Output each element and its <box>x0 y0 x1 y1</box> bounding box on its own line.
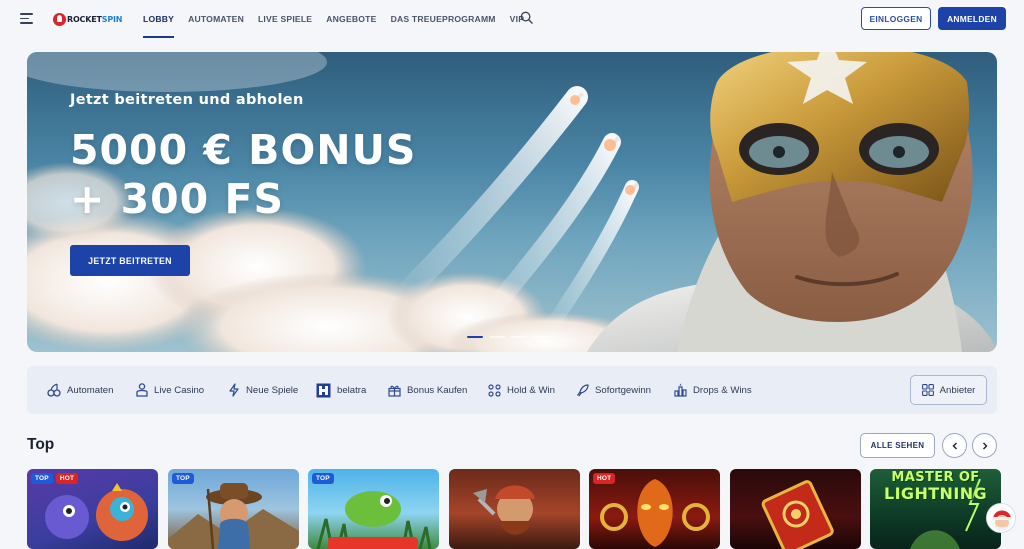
provider-label: Anbieter <box>939 384 976 396</box>
section-title-top: Top <box>27 436 55 453</box>
category-automaten[interactable]: Automaten <box>47 366 113 414</box>
top-badge: TOP <box>312 473 334 484</box>
login-button[interactable]: EINLOGGEN <box>861 7 931 30</box>
drops-icon <box>674 383 687 397</box>
game-title: MASTER OF LIGHTNING <box>870 471 1001 503</box>
carousel-prev-button[interactable] <box>942 433 967 458</box>
badge-group: TOP <box>312 473 337 484</box>
category-neue-spiele[interactable]: Neue Spiele <box>228 366 298 414</box>
nav-angebote[interactable]: ANGEBOTE <box>326 0 376 38</box>
game-tile[interactable]: MASTER OF LIGHTNING <box>870 469 1001 549</box>
hero-title: 5000 € BONUS + 300 FS <box>70 126 416 224</box>
carousel-dot[interactable] <box>489 336 505 338</box>
category-hold-and-win[interactable]: Hold & Win <box>488 366 555 414</box>
hero-title-line1: 5000 € BONUS <box>70 126 417 174</box>
nav-automaten[interactable]: AUTOMATEN <box>188 0 244 38</box>
category-bar: Automaten Live Casino Neue Spiele belatr… <box>27 366 997 414</box>
carousel-dot[interactable] <box>511 336 527 338</box>
carousel-dot[interactable] <box>533 336 549 338</box>
top-badge: TOP <box>31 473 53 484</box>
hero-join-button[interactable]: JETZT BEITRETEN <box>70 245 190 276</box>
nav-lobby[interactable]: LOBBY <box>143 0 175 38</box>
lightning-icon <box>229 383 239 397</box>
game-tile[interactable] <box>449 469 580 549</box>
game-tile[interactable] <box>730 469 861 549</box>
provider-button[interactable]: Anbieter <box>910 375 987 405</box>
hero-title-line2: + 300 FS <box>70 175 285 223</box>
see-all-button[interactable]: ALLE SEHEN <box>860 433 935 458</box>
category-label: Automaten <box>67 384 114 396</box>
category-label: Drops & Wins <box>693 384 752 396</box>
game-tile[interactable]: HOT <box>589 469 720 549</box>
nav-live-spiele[interactable]: LIVE SPIELE <box>258 0 312 38</box>
nav-treueprogramm[interactable]: DAS TREUEPROGRAMM <box>391 0 496 38</box>
badge-group: TOP HOT <box>31 473 81 484</box>
cherries-icon <box>47 383 61 397</box>
category-label: Bonus Kaufen <box>407 384 468 396</box>
register-button[interactable]: ANMELDEN <box>938 7 1006 30</box>
category-bonus-kaufen[interactable]: Bonus Kaufen <box>388 366 467 414</box>
badge-group: TOP <box>172 473 197 484</box>
badge-group: HOT <box>593 473 618 484</box>
main-nav: LOBBY AUTOMATEN LIVE SPIELE ANGEBOTE DAS… <box>143 0 538 38</box>
gift-icon <box>388 385 401 397</box>
game-tile[interactable]: TOP <box>168 469 299 549</box>
nodes-icon <box>488 383 501 397</box>
hot-badge: HOT <box>593 473 616 484</box>
search-icon[interactable] <box>520 11 533 24</box>
category-label: Sofortgewinn <box>595 384 651 396</box>
game-thumbnail <box>473 485 535 535</box>
top-badge: TOP <box>172 473 194 484</box>
belatra-logo-icon <box>316 383 331 397</box>
grid-icon <box>921 384 934 396</box>
carousel-dots <box>467 336 555 338</box>
hero-banner[interactable]: Jetzt beitreten und abholen 5000 € BONUS… <box>27 52 997 352</box>
rocket-icon <box>577 383 589 396</box>
logo-text-part2: SPIN <box>101 14 123 24</box>
category-sofortgewinn[interactable]: Sofortgewinn <box>576 366 651 414</box>
top-header: ROCKETSPIN LOBBY AUTOMATEN LIVE SPIELE A… <box>0 0 1024 38</box>
category-label: Live Casino <box>154 384 205 396</box>
hero-kicker: Jetzt beitreten und abholen <box>70 92 304 108</box>
category-live-casino[interactable]: Live Casino <box>136 366 204 414</box>
category-belatra[interactable]: belatra <box>316 366 366 414</box>
santa-avatar-icon <box>987 504 1015 532</box>
carousel-dot[interactable] <box>467 336 483 338</box>
game-title-line1: MASTER OF <box>891 470 980 485</box>
carousel-next-button[interactable] <box>972 433 997 458</box>
category-label: belatra <box>337 384 367 396</box>
category-drops-and-wins[interactable]: Drops & Wins <box>674 366 752 414</box>
rocket-logo-icon <box>53 12 66 26</box>
menu-icon[interactable] <box>20 13 33 24</box>
chevron-left-icon <box>952 442 957 449</box>
logo-text-part1: ROCKET <box>67 14 102 24</box>
game-tile[interactable]: TOP <box>308 469 439 549</box>
category-label: Hold & Win <box>507 384 555 396</box>
game-tile[interactable]: TOP HOT <box>27 469 158 549</box>
hot-badge: HOT <box>55 473 79 484</box>
site-logo[interactable]: ROCKETSPIN <box>53 10 122 28</box>
chevron-right-icon <box>982 442 987 449</box>
game-title-line2: LIGHTNING <box>883 484 988 503</box>
category-label: Neue Spiele <box>246 384 299 396</box>
dealer-icon <box>136 383 148 397</box>
game-thumbnail <box>761 480 834 549</box>
support-chat-avatar[interactable] <box>986 503 1016 533</box>
